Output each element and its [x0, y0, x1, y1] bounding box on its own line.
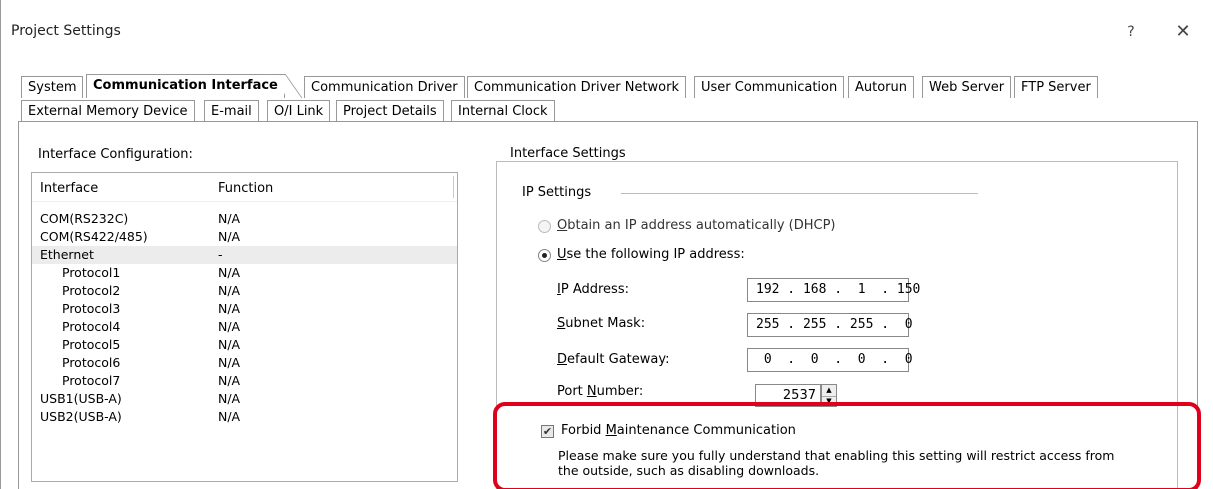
interface-settings-label: Interface Settings [508, 146, 628, 161]
tab-project-details[interactable]: Project Details [336, 100, 444, 122]
list-item[interactable]: Protocol3 N/A [32, 300, 457, 318]
static-ip-radio[interactable] [538, 249, 551, 262]
list-item[interactable]: Protocol2 N/A [32, 282, 457, 300]
tab-e-mail[interactable]: E-mail [204, 100, 259, 122]
list-item[interactable]: Protocol4 N/A [32, 318, 457, 336]
radio-selected-dot [542, 253, 547, 258]
interface-list[interactable]: Interface Function COM(RS232C) N/A COM(RS… [31, 172, 458, 482]
tab-autorun[interactable]: Autorun [848, 76, 915, 98]
static-ip-radio-label[interactable]: Use the following IP address: [557, 247, 745, 262]
ip-settings-divider [621, 193, 978, 194]
column-separator[interactable] [453, 176, 454, 198]
list-item[interactable]: COM(RS422/485) N/A [32, 228, 457, 246]
default-gateway-input[interactable]: 0 . 0 . 0 . 0 [747, 348, 913, 372]
highlight-annotation [493, 402, 1201, 489]
list-item[interactable]: Protocol5 N/A [32, 336, 457, 354]
list-item[interactable]: COM(RS232C) N/A [32, 210, 457, 228]
ip-settings-label: IP Settings [522, 185, 592, 200]
subnet-mask-input[interactable]: 255 . 255 . 255 . 0 [747, 313, 913, 337]
tab-user-communication[interactable]: User Communication [694, 76, 845, 98]
tab-communication-driver-network[interactable]: Communication Driver Network [467, 76, 687, 98]
dhcp-radio[interactable] [538, 220, 551, 233]
window-title: Project Settings [11, 23, 121, 39]
tab-external-memory-device[interactable]: External Memory Device [21, 100, 195, 122]
tab-internal-clock[interactable]: Internal Clock [451, 100, 555, 122]
tab-web-server[interactable]: Web Server [922, 76, 1012, 98]
subnet-mask-label: Subnet Mask: [557, 316, 646, 331]
close-button[interactable]: ✕ [1171, 20, 1195, 44]
project-settings-dialog: Project Settings ? ✕ System Communicatio… [0, 0, 1213, 489]
tab-system[interactable]: System [21, 76, 84, 98]
list-item[interactable]: Protocol1 N/A [32, 264, 457, 282]
interface-configuration-label: Interface Configuration: [38, 147, 193, 162]
list-item[interactable]: USB2(USB-A) N/A [32, 408, 457, 426]
help-button[interactable]: ? [1119, 20, 1143, 44]
list-item[interactable]: Ethernet - [32, 246, 457, 264]
ip-address-input[interactable]: 192 . 168 . 1 . 150 [747, 278, 920, 302]
column-header-function[interactable]: Function [218, 181, 273, 196]
port-number-label: Port Number: [557, 384, 644, 399]
default-gateway-label: Default Gateway: [557, 352, 670, 367]
list-item[interactable]: USB1(USB-A) N/A [32, 390, 457, 408]
tab-communication-interface[interactable]: Communication Interface [86, 74, 285, 98]
tab-oi-link[interactable]: O/I Link [267, 100, 331, 122]
title-bar: Project Settings ? ✕ [1, 0, 1213, 60]
list-item[interactable]: Protocol7 N/A [32, 372, 457, 390]
tab-ftp-server[interactable]: FTP Server [1014, 76, 1098, 98]
dhcp-radio-label[interactable]: Obtain an IP address automatically (DHCP… [557, 218, 836, 233]
list-item[interactable]: Protocol6 N/A [32, 354, 457, 372]
ip-address-label: IP Address: [557, 282, 629, 297]
column-header-interface[interactable]: Interface [40, 181, 98, 196]
tab-communication-driver[interactable]: Communication Driver [304, 76, 465, 98]
list-header: Interface Function [32, 173, 457, 202]
